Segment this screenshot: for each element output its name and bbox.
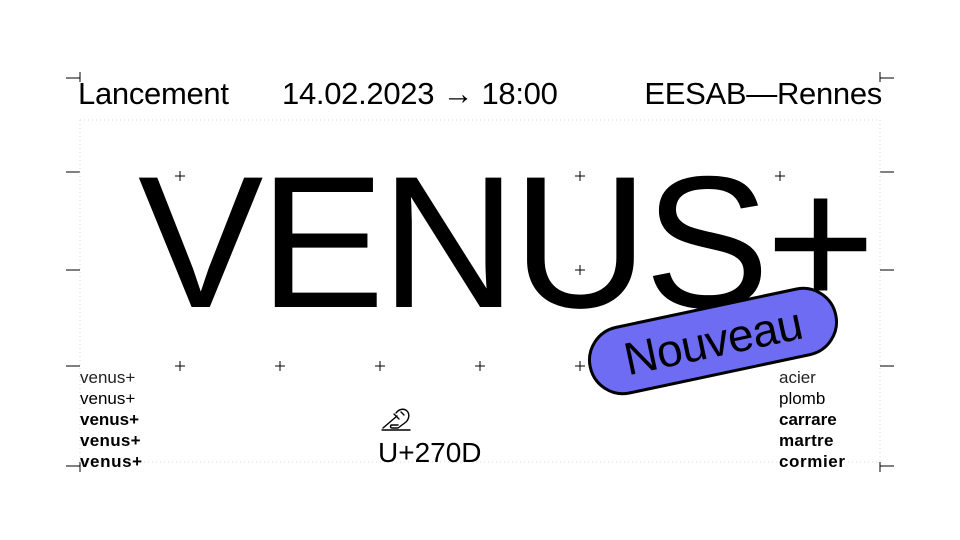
writing-hand-icon <box>381 408 411 431</box>
unicode-codepoint: U+270D <box>378 437 482 468</box>
weight-sample: venus+ <box>80 452 143 471</box>
event-venue: EESAB—Rennes <box>644 76 882 111</box>
weight-sample: venus+ <box>80 410 140 429</box>
weight-sample: venus+ <box>80 431 141 450</box>
weight-samples: venus+ venus+ venus+ venus+ venus+ <box>80 367 143 472</box>
weight-name: carrare <box>779 410 837 429</box>
poster: Lancement 14.02.2023 → 18:00 EESAB—Renne… <box>0 0 960 540</box>
weight-names: acier plomb carrare martre cormier <box>779 367 846 472</box>
event-datetime: 14.02.2023 → 18:00 <box>282 76 558 111</box>
weight-sample: venus+ <box>80 389 136 408</box>
weight-name: cormier <box>779 452 846 471</box>
event-label: Lancement <box>78 76 229 111</box>
weight-name: martre <box>779 431 834 450</box>
weight-name: plomb <box>779 389 826 408</box>
header-row: Lancement 14.02.2023 → 18:00 EESAB—Renne… <box>78 72 882 116</box>
weight-name: acier <box>779 368 816 387</box>
weight-sample: venus+ <box>80 368 136 387</box>
